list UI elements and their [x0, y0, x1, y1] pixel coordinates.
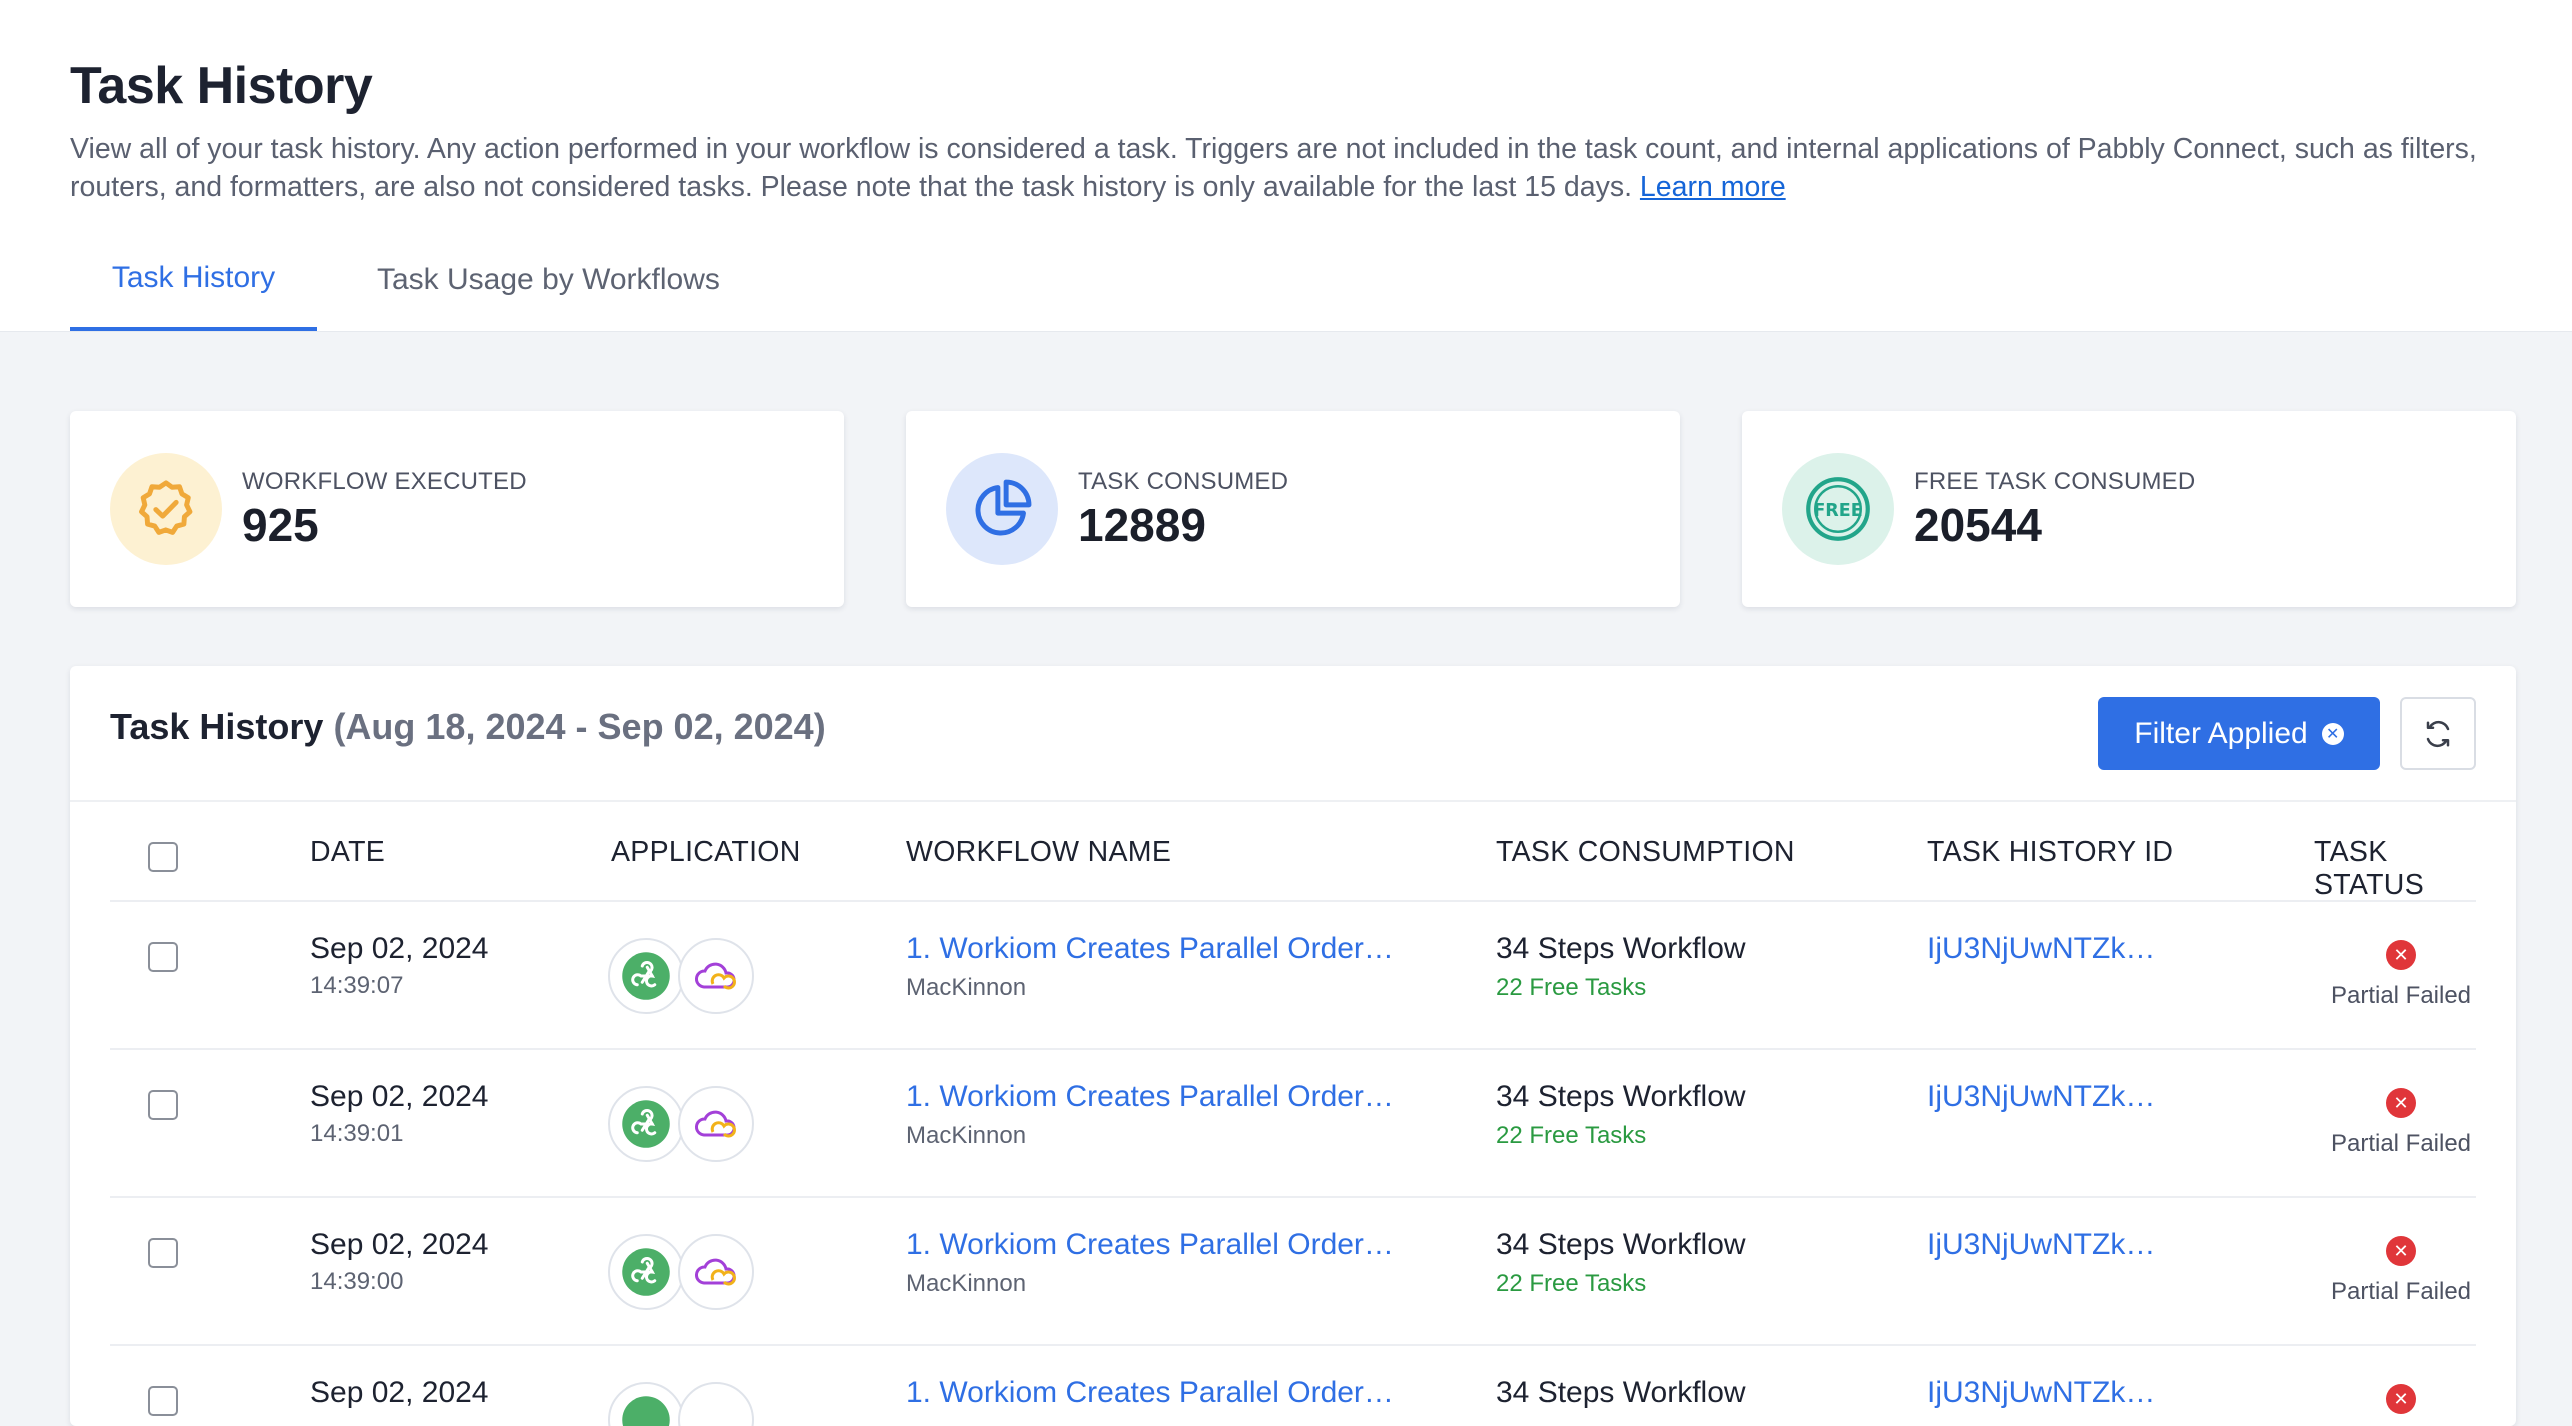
- refresh-button[interactable]: [2400, 697, 2476, 770]
- row-date: Sep 02, 2024: [310, 1080, 489, 1113]
- task-status: Partial Failed: [2330, 982, 2472, 1009]
- header-application: APPLICATION: [611, 836, 801, 868]
- free-tasks: 22 Free Tasks: [1496, 974, 1647, 1001]
- workflow-name-link[interactable]: 1. Workiom Creates Parallel Order…: [906, 1228, 1394, 1262]
- workflow-name-link[interactable]: 1. Workiom Creates Parallel Order…: [906, 1080, 1394, 1114]
- select-all-checkbox[interactable]: [148, 842, 178, 872]
- task-history-id-link[interactable]: IjU3NjUwNTZk…: [1927, 1228, 2155, 1262]
- task-history-id-link[interactable]: IjU3NjUwNTZk…: [1927, 1080, 2155, 1114]
- table-row[interactable]: Sep 02, 2024 14:39:00 1. Workiom Creates…: [110, 1198, 2476, 1346]
- row-time: 14:39:01: [310, 1120, 404, 1147]
- task-steps: 34 Steps Workflow: [1496, 1080, 1746, 1113]
- header-workflow-name: WORKFLOW NAME: [906, 836, 1172, 868]
- stat-value: 20544: [1914, 499, 2042, 551]
- learn-more-link[interactable]: Learn more: [1640, 171, 1786, 203]
- svg-text:FREE: FREE: [1813, 501, 1862, 521]
- page-header: Task History View all of your task histo…: [0, 0, 2572, 332]
- header-date: DATE: [310, 836, 386, 868]
- stat-value: 12889: [1078, 499, 1206, 551]
- tab-task-history[interactable]: Task History: [70, 229, 317, 331]
- task-status: Partial Failed: [2330, 1130, 2472, 1157]
- table-row[interactable]: Sep 02, 2024 14:39:01 1. Workiom Creates…: [110, 1050, 2476, 1198]
- task-history-id-link[interactable]: IjU3NjUwNTZk…: [1927, 1376, 2155, 1410]
- failed-icon: ✕: [2386, 1088, 2416, 1118]
- cloud-app-icon: [678, 1382, 754, 1426]
- cloud-app-icon: [678, 938, 754, 1014]
- webhook-app-icon: [608, 938, 684, 1014]
- application-icons: [608, 1086, 754, 1162]
- refresh-icon: [2426, 720, 2450, 747]
- workflow-name-link[interactable]: 1. Workiom Creates Parallel Order…: [906, 1376, 1394, 1410]
- cloud-app-icon: [678, 1086, 754, 1162]
- task-history-id-link[interactable]: IjU3NjUwNTZk…: [1927, 932, 2155, 966]
- stat-value: 925: [242, 499, 319, 551]
- row-time: 14:39:07: [310, 972, 404, 999]
- table-row[interactable]: Sep 02, 2024 1. Workiom Creates Parallel…: [110, 1346, 2476, 1426]
- filter-applied-button[interactable]: Filter Applied ✕: [2098, 697, 2380, 770]
- stat-card-task-consumed: TASK CONSUMED 12889: [906, 411, 1680, 607]
- application-icons: [608, 1234, 754, 1310]
- workflow-owner: MacKinnon: [906, 1122, 1027, 1149]
- failed-icon: ✕: [2386, 940, 2416, 970]
- row-date: Sep 02, 2024: [310, 1228, 489, 1261]
- tab-bar: Task History Task Usage by Workflows: [70, 229, 740, 331]
- task-status: Partial Failed: [2330, 1278, 2472, 1305]
- row-checkbox[interactable]: [148, 1090, 178, 1120]
- page-description: View all of your task history. Any actio…: [70, 130, 2510, 206]
- panel-header: Task History (Aug 18, 2024 - Sep 02, 202…: [70, 666, 2516, 802]
- badge-check-icon: [110, 453, 222, 565]
- pie-chart-icon: [946, 453, 1058, 565]
- table-row[interactable]: Sep 02, 2024 14:39:07 1. Workiom Creates…: [110, 902, 2476, 1050]
- webhook-app-icon: [608, 1234, 684, 1310]
- page-title: Task History: [70, 57, 373, 115]
- row-checkbox[interactable]: [148, 1238, 178, 1268]
- task-history-table: DATE APPLICATION WORKFLOW NAME TASK CONS…: [110, 802, 2476, 1426]
- task-steps: 34 Steps Workflow: [1496, 1376, 1746, 1409]
- workflow-owner: MacKinnon: [906, 1270, 1027, 1297]
- stat-card-free-task-consumed: FREE FREE TASK CONSUMED 20544: [1742, 411, 2516, 607]
- panel-title: Task History (Aug 18, 2024 - Sep 02, 202…: [110, 706, 826, 748]
- free-icon: FREE: [1782, 453, 1894, 565]
- stat-label: FREE TASK CONSUMED: [1914, 468, 2196, 495]
- task-history-panel: Task History (Aug 18, 2024 - Sep 02, 202…: [70, 666, 2516, 1426]
- free-tasks: 22 Free Tasks: [1496, 1122, 1647, 1149]
- row-date: Sep 02, 2024: [310, 1376, 489, 1409]
- panel-title-text: Task History: [110, 706, 324, 747]
- row-checkbox[interactable]: [148, 1386, 178, 1416]
- failed-icon: ✕: [2386, 1384, 2416, 1414]
- webhook-app-icon: [608, 1086, 684, 1162]
- webhook-app-icon: [608, 1382, 684, 1426]
- application-icons: [608, 938, 754, 1014]
- header-task-status: TASK STATUS: [2314, 836, 2424, 901]
- stat-label: WORKFLOW EXECUTED: [242, 468, 527, 495]
- header-task-history-id: TASK HISTORY ID: [1927, 836, 2174, 868]
- stat-card-workflow-executed: WORKFLOW EXECUTED 925: [70, 411, 844, 607]
- clear-filter-icon[interactable]: ✕: [2321, 722, 2344, 745]
- application-icons: [608, 1382, 754, 1426]
- workflow-owner: MacKinnon: [906, 974, 1027, 1001]
- free-tasks: 22 Free Tasks: [1496, 1270, 1647, 1297]
- row-checkbox[interactable]: [148, 942, 178, 972]
- workflow-name-link[interactable]: 1. Workiom Creates Parallel Order…: [906, 932, 1394, 966]
- filter-label: Filter Applied: [2134, 716, 2308, 750]
- row-time: 14:39:00: [310, 1268, 404, 1295]
- stats-row: WORKFLOW EXECUTED 925 TASK CONSUMED 1288…: [70, 411, 2516, 607]
- row-date: Sep 02, 2024: [310, 932, 489, 965]
- stat-label: TASK CONSUMED: [1078, 468, 1289, 495]
- tab-task-usage-by-workflows[interactable]: Task Usage by Workflows: [357, 229, 740, 331]
- date-range: (Aug 18, 2024 - Sep 02, 2024): [333, 706, 826, 747]
- failed-icon: ✕: [2386, 1236, 2416, 1266]
- table-header: DATE APPLICATION WORKFLOW NAME TASK CONS…: [110, 802, 2476, 902]
- description-text: View all of your task history. Any actio…: [70, 133, 2477, 203]
- header-task-consumption: TASK CONSUMPTION: [1496, 836, 1795, 868]
- task-steps: 34 Steps Workflow: [1496, 932, 1746, 965]
- cloud-app-icon: [678, 1234, 754, 1310]
- task-steps: 34 Steps Workflow: [1496, 1228, 1746, 1261]
